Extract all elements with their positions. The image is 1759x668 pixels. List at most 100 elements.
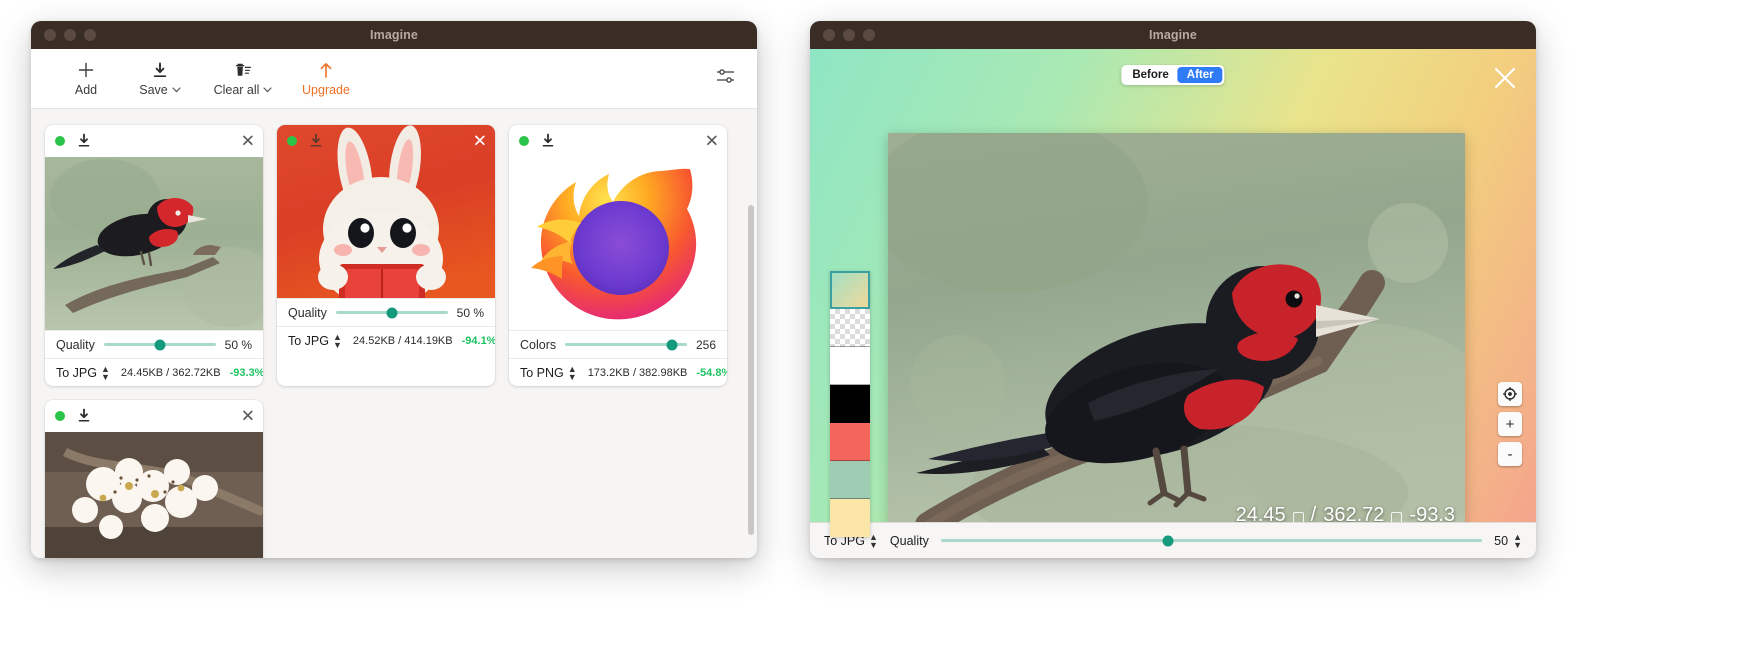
card-header: ✕ [509,125,727,157]
stepper-icon[interactable]: ▲ ▼ [568,364,577,381]
swatch-gradient[interactable] [830,271,870,309]
window-title: Imagine [370,28,418,42]
upgrade-label: Upgrade [302,83,350,97]
slider-knob[interactable] [154,339,166,350]
card-header: ✕ [45,125,263,157]
arrow-up-icon [318,60,334,80]
save-button[interactable]: Save [123,60,197,97]
savings-badge: -94.1% [461,334,495,347]
slider-knob[interactable] [666,339,678,350]
remove-icon[interactable]: ✕ [241,408,255,425]
download-icon[interactable] [541,133,555,149]
zoom-out-button[interactable]: - [1498,442,1522,466]
remove-icon[interactable]: ✕ [241,133,255,150]
format-row[interactable]: To JPG ▲ ▼ 24.45KB / 362.72KB -93.3% [45,358,263,386]
format-row[interactable]: To PNG ▲▼ 173.2KB / 382.98KB -54.8% [509,358,727,386]
download-icon[interactable] [77,408,91,424]
blossom-image [45,432,263,558]
scrollbar[interactable] [748,205,754,535]
thumbnail [45,157,263,330]
remove-icon[interactable]: ✕ [473,133,487,150]
close-icon [1494,67,1516,89]
zoom-in-button[interactable]: + [1498,412,1522,436]
chevron-down-icon [263,87,273,93]
swatch-white[interactable] [830,347,870,385]
remove-icon[interactable]: ✕ [705,133,719,150]
quality-slider[interactable] [335,306,448,320]
sliders-icon [716,68,735,83]
screenshot-root: Imagine Add Save Clear all Upgrade ✕ Qua… [0,0,1759,668]
upgrade-button[interactable]: Upgrade [289,60,363,97]
download-icon[interactable] [309,133,323,149]
image-list[interactable]: ✕ Quality 50 % To JPG ▲ ▼ 24.45KB / 362.… [31,109,757,558]
quality-row[interactable]: Quality 50 % [277,298,495,326]
quality-label: Quality [56,337,95,352]
list-item[interactable]: ✕ [277,125,495,386]
preview-image[interactable]: 24.45 / 362.72 -93.3 [888,133,1465,533]
settings-button[interactable] [716,68,735,90]
savings-badge: -93.3% [229,366,263,379]
colors-row[interactable]: Colors 256 [509,330,727,358]
stepper-icon[interactable]: ▲ ▼ [1513,532,1522,549]
before-after-toggle[interactable]: Before After [1121,65,1225,85]
target-icon [1503,387,1517,401]
format-row[interactable]: To JPG ▲ ▼ 24.52KB / 414.19KB -94.1% [277,326,495,354]
slider-track [940,539,1483,542]
status-dot-icon [55,411,65,421]
zoom-controls[interactable]: + - [1498,382,1522,466]
titlebar: Imagine [31,21,757,49]
fit-to-screen-button[interactable] [1498,382,1522,406]
quality-value: 50 % [224,337,252,352]
status-dot-icon [287,136,297,146]
swatch-yellow[interactable] [830,499,870,537]
window-imagine-main: Imagine Add Save Clear all Upgrade ✕ Qua… [31,21,757,558]
color-palette[interactable] [830,271,870,537]
close-preview-button[interactable] [1492,65,1518,91]
quality-slider[interactable] [940,533,1483,549]
slider-knob[interactable] [386,307,398,318]
swatch-transparent[interactable] [830,309,870,347]
file-sizes: 24.45KB / 362.72KB [120,366,221,379]
swatch-red[interactable] [830,423,870,461]
download-icon [152,60,168,80]
preview-bottom-bar: To JPG ▲ ▼ Quality 50 ▲ ▼ [810,522,1536,558]
format-select[interactable]: To PNG ▲ ▼ [520,364,577,381]
format-label: To JPG [56,365,97,380]
tab-before[interactable]: Before [1123,67,1177,83]
tab-after[interactable]: After [1177,67,1223,83]
list-item[interactable]: ✕ [45,125,263,386]
quality-stepper[interactable]: 50 ▲ ▼ [1494,532,1522,549]
stepper-icon[interactable]: ▲ ▼ [869,532,878,549]
status-dot-icon [519,136,529,146]
quality-row[interactable]: Quality 50 % [45,330,263,358]
quality-label: Quality [889,533,929,548]
download-icon[interactable] [77,133,91,149]
format-label: To JPG [288,333,329,348]
stepper-icon[interactable]: ▲ ▼ [333,332,342,349]
titlebar: Imagine [810,21,1536,49]
clear-all-button[interactable]: Clear all [197,60,289,97]
thumbnail [45,432,263,558]
format-select[interactable]: To JPG ▲ ▼ [56,364,110,381]
trash-icon [233,60,253,80]
colors-label: Colors [520,337,557,352]
colors-value: 256 [695,337,716,352]
format-select[interactable]: To JPG ▲ ▼ [288,332,342,349]
list-item[interactable]: ✕ [45,400,263,558]
swatch-black[interactable] [830,385,870,423]
window-imagine-preview: Imagine Before After 24.45 / 362.72 -93.… [810,21,1536,558]
firefox-logo-image [509,157,727,330]
list-item[interactable]: ✕ [509,125,727,386]
swatch-green[interactable] [830,461,870,499]
status-dot-icon [55,136,65,146]
colors-slider[interactable] [565,338,687,352]
bird-image [45,157,263,330]
toolbar: Add Save Clear all Upgrade [31,49,757,109]
stepper-icon[interactable]: ▲ ▼ [101,364,110,381]
slider-knob[interactable] [1162,535,1174,546]
window-title: Imagine [1149,28,1197,42]
add-button[interactable]: Add [49,60,123,97]
quality-slider[interactable] [103,338,216,352]
chevron-down-icon [172,87,181,93]
clear-all-label: Clear all [214,83,273,97]
